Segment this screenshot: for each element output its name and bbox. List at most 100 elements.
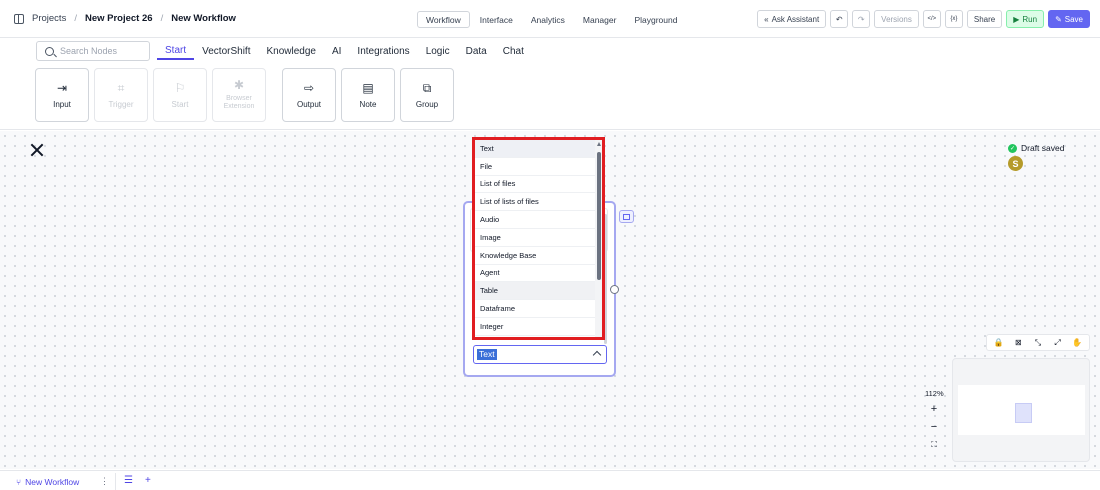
- sidebar-toggle-icon[interactable]: [14, 13, 24, 24]
- node-tile-label: Input: [53, 99, 71, 109]
- node-tile-group[interactable]: ⧉ Group: [400, 68, 454, 122]
- minimap-node: [1015, 403, 1032, 423]
- add-workflow-icon[interactable]: +: [145, 475, 151, 486]
- more-icon[interactable]: ⋮: [100, 476, 109, 487]
- action-bar: « Ask Assistant ↶ ↷ Versions </> {x} Sha…: [757, 10, 1090, 28]
- zoom-level: 112%: [925, 389, 944, 398]
- minimap[interactable]: [952, 358, 1090, 462]
- dropdown-option-integer[interactable]: Integer: [475, 318, 597, 336]
- search-icon: [45, 46, 54, 56]
- node-panel-button[interactable]: [619, 210, 634, 223]
- node-tile-label: Output: [296, 99, 321, 109]
- breadcrumb-projects[interactable]: Projects: [32, 13, 66, 24]
- list-icon[interactable]: ☰: [124, 475, 133, 486]
- workflow-tab-label: New Workflow: [25, 476, 80, 487]
- tab-analytics[interactable]: Analytics: [523, 11, 573, 28]
- save-button[interactable]: ✎ Save: [1048, 10, 1090, 28]
- puzzle-icon: ✱: [233, 78, 245, 92]
- tab-manager[interactable]: Manager: [575, 11, 625, 28]
- node-tile-browser-extension[interactable]: ✱ Browser Extension: [212, 68, 266, 122]
- dropdown-option-agent[interactable]: Agent: [475, 265, 597, 283]
- save-icon: ✎: [1055, 14, 1062, 24]
- zoom-out-button[interactable]: −: [931, 421, 937, 433]
- bottom-bar: ⑂ New Workflow ⋮ ☰ +: [0, 470, 1100, 490]
- dropdown-option-table[interactable]: Table: [475, 282, 597, 301]
- draft-status-label: Draft saved: [1021, 143, 1065, 153]
- redo-button[interactable]: ↷: [852, 10, 871, 28]
- dropdown-option-file[interactable]: File: [475, 158, 597, 176]
- expand-icon[interactable]: ⤢: [1051, 338, 1065, 348]
- category-tab-logic[interactable]: Logic: [418, 42, 458, 60]
- dropdown-option-text[interactable]: Text: [475, 140, 597, 158]
- scroll-up-icon[interactable]: [597, 142, 601, 146]
- search-box[interactable]: [36, 41, 150, 61]
- dropdown-scrollbar[interactable]: [595, 140, 602, 337]
- dropdown-option-list-of-files[interactable]: List of files: [475, 176, 597, 194]
- dropdown-scroll-thumb[interactable]: [597, 152, 601, 280]
- breadcrumb: Projects / New Project 26 / New Workflow: [14, 13, 236, 24]
- trigger-icon: ⌗: [117, 80, 125, 95]
- dropdown-option-audio[interactable]: Audio: [475, 211, 597, 229]
- category-tab-data[interactable]: Data: [458, 42, 495, 60]
- category-tab-ai[interactable]: AI: [324, 42, 349, 60]
- zoom-in-button[interactable]: +: [931, 403, 937, 415]
- workflow-tab[interactable]: ⑂ New Workflow ⋮: [8, 473, 116, 490]
- dropdown-option-dataframe[interactable]: Dataframe: [475, 300, 597, 318]
- category-tab-knowledge[interactable]: Knowledge: [258, 42, 323, 60]
- node-tile-start[interactable]: ⚐ Start: [153, 68, 207, 122]
- play-icon: ▶: [1013, 14, 1020, 24]
- breadcrumb-separator: /: [160, 13, 164, 24]
- hand-icon[interactable]: ✋: [1070, 338, 1084, 347]
- breadcrumb-project[interactable]: New Project 26: [85, 13, 153, 24]
- fit-view-icon[interactable]: ⛶: [931, 439, 937, 451]
- variables-button[interactable]: {x}: [944, 10, 963, 28]
- category-tab-start[interactable]: Start: [157, 42, 195, 60]
- collapse-icon[interactable]: ⤡: [1031, 338, 1045, 348]
- group-icon: ⧉: [422, 80, 432, 95]
- flag-icon: ⚐: [174, 80, 186, 95]
- lock-icon[interactable]: 🔒: [992, 338, 1006, 347]
- ask-assistant-button[interactable]: « Ask Assistant: [757, 10, 827, 28]
- category-tab-integrations[interactable]: Integrations: [349, 42, 417, 60]
- breadcrumb-workflow: New Workflow: [171, 13, 236, 24]
- node-tile-trigger[interactable]: ⌗ Trigger: [94, 68, 148, 122]
- tab-workflow[interactable]: Workflow: [417, 11, 470, 28]
- code-button[interactable]: </>: [922, 10, 941, 28]
- versions-button[interactable]: Versions: [874, 10, 919, 28]
- tab-playground[interactable]: Playground: [626, 11, 685, 28]
- tab-interface[interactable]: Interface: [472, 11, 521, 28]
- node-tile-label: Group: [415, 99, 439, 109]
- minimap-viewport: [958, 385, 1085, 435]
- type-select-value: Text: [477, 349, 497, 360]
- close-icon[interactable]: [30, 143, 44, 157]
- category-tab-chat[interactable]: Chat: [495, 42, 532, 60]
- node-toolbar: Start VectorShift Knowledge AI Integrati…: [0, 38, 1100, 130]
- draft-status: ✓ Draft saved: [1008, 143, 1064, 153]
- code-icon: </>: [927, 16, 937, 22]
- input-icon: ⇥: [56, 80, 68, 95]
- breadcrumb-separator: /: [74, 13, 77, 24]
- node-tile-label: Note: [359, 99, 377, 109]
- node-tile-input[interactable]: ⇥ Input: [35, 68, 89, 122]
- dropdown-option-list-of-lists-of-files[interactable]: List of lists of files: [475, 193, 597, 212]
- select-box-icon[interactable]: ⊠: [1011, 338, 1025, 347]
- redo-icon: ↷: [857, 14, 865, 24]
- output-handle[interactable]: [610, 285, 619, 294]
- type-dropdown-list: Text File List of files List of lists of…: [475, 140, 597, 336]
- type-select[interactable]: Text: [473, 345, 607, 364]
- node-tile-output[interactable]: ⇨ Output: [282, 68, 336, 122]
- top-tabs: Workflow Interface Analytics Manager Pla…: [415, 10, 687, 29]
- search-input[interactable]: [60, 46, 140, 56]
- node-tiles: ⇥ Input ⌗ Trigger ⚐ Start ✱ Browser Exte…: [35, 68, 454, 122]
- category-tab-vectorshift[interactable]: VectorShift: [194, 42, 258, 60]
- dropdown-option-image[interactable]: Image: [475, 229, 597, 247]
- share-button[interactable]: Share: [966, 10, 1003, 28]
- avatar[interactable]: S: [1008, 156, 1023, 171]
- dropdown-option-knowledge-base[interactable]: Knowledge Base: [475, 247, 597, 265]
- run-button[interactable]: ▶ Run: [1006, 10, 1045, 28]
- undo-button[interactable]: ↶: [830, 10, 849, 28]
- canvas-controls: 🔒 ⊠ ⤡ ⤢ ✋: [986, 334, 1090, 351]
- undo-icon: ↶: [835, 14, 843, 24]
- type-dropdown: Text File List of files List of lists of…: [472, 137, 605, 340]
- node-tile-note[interactable]: ▤ Note: [341, 68, 395, 122]
